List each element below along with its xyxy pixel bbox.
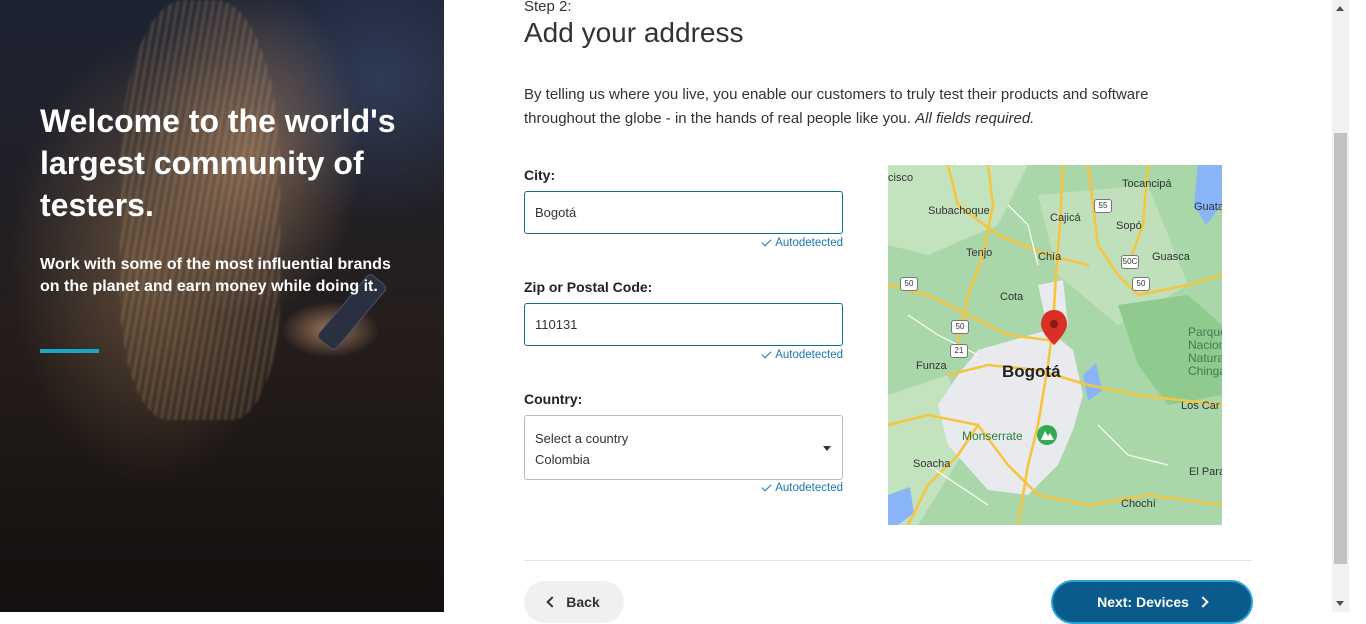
- city-value: Bogotá: [535, 205, 577, 220]
- required-note: All fields required.: [915, 110, 1035, 127]
- zip-label: Zip or Postal Code:: [524, 279, 653, 295]
- step-indicator: Step 2:: [524, 0, 572, 15]
- chevron-left-icon: [546, 596, 558, 608]
- form-description: By telling us where you live, you enable…: [524, 83, 1224, 131]
- city-status: Autodetected: [775, 237, 843, 249]
- route-shield: 21: [950, 344, 968, 358]
- map-place-label: Funza: [916, 360, 947, 372]
- back-button[interactable]: Back: [524, 581, 624, 623]
- zip-input[interactable]: 110131: [524, 303, 843, 346]
- country-placeholder: Select a country: [535, 431, 629, 446]
- country-select[interactable]: Select a country Colombia: [524, 415, 843, 480]
- back-label: Back: [566, 594, 600, 610]
- page-title: Add your address: [524, 17, 744, 48]
- map-place-label: Cajicá: [1050, 212, 1081, 224]
- footer-divider: [524, 560, 1252, 561]
- check-icon: [761, 236, 772, 247]
- zip-value: 110131: [535, 317, 578, 332]
- country-label: Country:: [524, 391, 583, 407]
- next-devices-button[interactable]: Next: Devices: [1051, 580, 1253, 624]
- map-city-label: Bogotá: [1002, 362, 1061, 381]
- check-icon: [761, 481, 772, 492]
- map-place-label: Chochí: [1121, 498, 1156, 510]
- map-place-label: Tenjo: [966, 247, 993, 259]
- route-shield: 50C: [1121, 255, 1139, 269]
- map-landmark-label: Monserrate: [962, 429, 1023, 443]
- scrollbar-thumb[interactable]: [1334, 133, 1347, 564]
- country-value: Colombia: [535, 452, 590, 467]
- description-text: By telling us where you live, you enable…: [524, 86, 1149, 127]
- route-shield: 50: [1132, 277, 1150, 291]
- route-shield: 50: [951, 320, 969, 334]
- hero-subtext: Work with some of the most influential b…: [40, 256, 391, 295]
- map-place-label: Guasca: [1152, 251, 1190, 263]
- map-place-label: Guatav: [1194, 201, 1222, 213]
- zip-autodetected: Autodetected: [756, 348, 843, 361]
- map-place-label: Los Car: [1181, 400, 1220, 412]
- map-place-label: Chía: [1038, 251, 1062, 263]
- hero-accent-bar: [40, 349, 99, 353]
- country-status: Autodetected: [775, 482, 843, 494]
- chevron-right-icon: [1197, 596, 1209, 608]
- route-shield: 55: [1094, 199, 1112, 213]
- city-label: City:: [524, 167, 556, 183]
- zip-status: Autodetected: [775, 349, 843, 361]
- map-place-label: Cota: [1000, 291, 1024, 303]
- map-place-label: Subachoque: [928, 205, 990, 217]
- scroll-down-icon[interactable]: [1336, 601, 1344, 606]
- hero-panel: Welcome to the world's largest community…: [0, 0, 444, 612]
- scroll-up-icon[interactable]: [1336, 6, 1344, 11]
- map-park-label: Parque Nacional Natural Chingaz: [1188, 325, 1222, 378]
- map-place-label: El Para: [1189, 466, 1222, 478]
- map-place-label: cisco: [888, 172, 914, 184]
- check-icon: [761, 348, 772, 359]
- page-scrollbar[interactable]: [1332, 0, 1349, 612]
- window-edge: [1349, 0, 1366, 612]
- hero-headline: Welcome to the world's largest community…: [40, 103, 396, 223]
- route-shield: 50: [900, 277, 918, 291]
- city-input[interactable]: Bogotá: [524, 191, 843, 234]
- map-place-label: Sopó: [1116, 220, 1142, 232]
- chevron-down-icon: [823, 446, 831, 451]
- country-autodetected: Autodetected: [756, 481, 843, 494]
- next-label: Next: Devices: [1097, 594, 1189, 610]
- map-place-label: Tocancipá: [1122, 178, 1172, 190]
- map-place-label: Soacha: [913, 458, 951, 470]
- city-autodetected: Autodetected: [756, 236, 843, 249]
- location-map[interactable]: cisco Tocancipá Subachoque Cajicá Guatav…: [888, 165, 1222, 525]
